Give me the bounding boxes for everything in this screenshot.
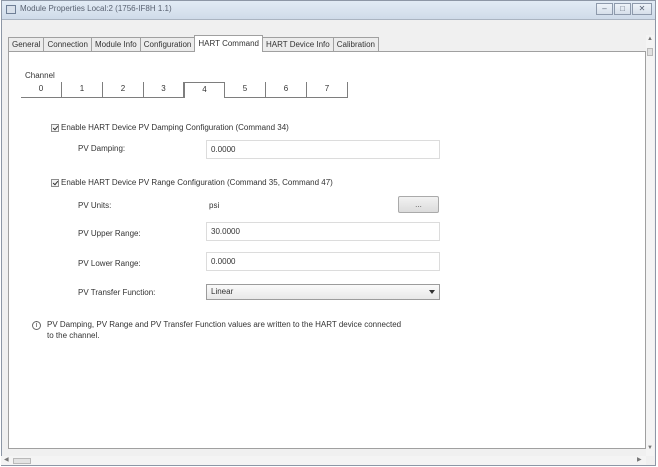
- pv-transfer-function-label: PV Transfer Function:: [78, 288, 156, 297]
- enable-pv-range-label: Enable HART Device PV Range Configuratio…: [61, 178, 333, 187]
- chevron-down-icon: [429, 290, 435, 294]
- channel-label: Channel: [25, 71, 55, 80]
- tab-module-info[interactable]: Module Info: [90, 37, 141, 51]
- window-title: Module Properties Local:2 (1756-IF8H 1.1…: [20, 4, 172, 13]
- close-button[interactable]: ✕: [632, 3, 652, 15]
- scroll-down-icon[interactable]: ▼: [647, 445, 653, 451]
- pv-upper-range-label: PV Upper Range:: [78, 229, 141, 238]
- pv-damping-label: PV Damping:: [78, 144, 126, 153]
- tab-strip: General Connection Module Info Configura…: [8, 35, 379, 52]
- pv-transfer-function-value: Linear: [211, 287, 234, 296]
- enable-pv-range-checkbox[interactable]: [51, 179, 59, 187]
- info-text-line-1: PV Damping, PV Range and PV Transfer Fun…: [47, 320, 402, 329]
- channel-tab-0[interactable]: 0: [21, 82, 62, 98]
- channel-tab-6[interactable]: 6: [266, 82, 307, 98]
- channel-tab-1[interactable]: 1: [62, 82, 103, 98]
- pv-units-label: PV Units:: [78, 201, 112, 210]
- title-bar[interactable]: Module Properties Local:2 (1756-IF8H 1.1…: [2, 1, 655, 20]
- horizontal-scroll-thumb[interactable]: [13, 458, 31, 464]
- tab-hart-command[interactable]: HART Command: [194, 35, 263, 52]
- channel-tab-2[interactable]: 2: [103, 82, 144, 98]
- channel-tab-5[interactable]: 5: [225, 82, 266, 98]
- window-controls: ‒ □ ✕: [595, 3, 652, 16]
- channel-tab-3[interactable]: 3: [144, 82, 184, 98]
- info-icon: i: [32, 321, 41, 330]
- pv-lower-range-label: PV Lower Range:: [78, 259, 141, 268]
- tab-connection[interactable]: Connection: [43, 37, 92, 51]
- tab-configuration[interactable]: Configuration: [139, 37, 196, 51]
- maximize-button[interactable]: □: [614, 3, 631, 15]
- tab-calibration[interactable]: Calibration: [332, 37, 379, 51]
- pv-units-browse-button[interactable]: ...: [398, 196, 439, 213]
- info-text-line-2: to the channel.: [47, 331, 100, 340]
- scroll-right-icon[interactable]: ▶: [637, 456, 642, 463]
- tab-hart-device-info[interactable]: HART Device Info: [261, 37, 334, 51]
- vertical-scrollbar[interactable]: ▲ ▼: [646, 35, 654, 456]
- pv-units-value: psi: [209, 201, 220, 210]
- hart-command-panel: [8, 51, 646, 449]
- pv-upper-range-field[interactable]: 30.0000: [206, 222, 440, 241]
- scroll-left-icon[interactable]: ◀: [4, 456, 9, 463]
- pv-damping-field[interactable]: 0.0000: [206, 140, 440, 159]
- pv-lower-range-field[interactable]: 0.0000: [206, 252, 440, 271]
- pv-transfer-function-select[interactable]: Linear: [206, 284, 440, 300]
- tab-general[interactable]: General: [8, 37, 45, 51]
- channel-tab-7[interactable]: 7: [307, 82, 348, 98]
- enable-pv-damping-checkbox[interactable]: [51, 124, 59, 132]
- channel-tab-4[interactable]: 4: [184, 82, 225, 98]
- enable-pv-damping-label: Enable HART Device PV Damping Configurat…: [61, 123, 289, 132]
- scroll-up-icon[interactable]: ▲: [647, 36, 653, 42]
- minimize-button[interactable]: ‒: [596, 3, 613, 15]
- vertical-scroll-thumb[interactable]: [647, 48, 653, 56]
- window-icon: [6, 5, 16, 14]
- horizontal-scrollbar[interactable]: ◀ ▶: [1, 456, 646, 465]
